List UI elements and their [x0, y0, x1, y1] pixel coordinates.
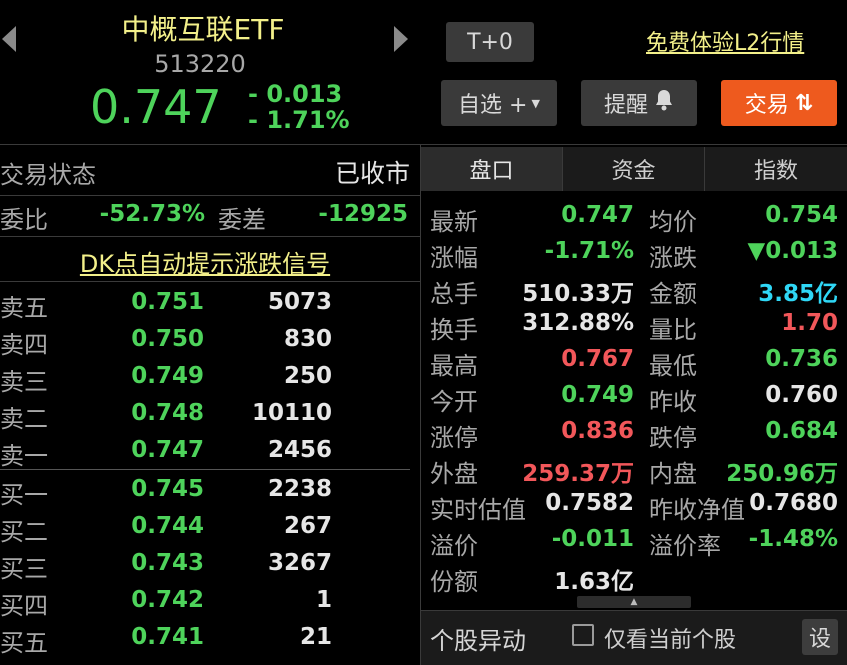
quote-value: 0.760	[765, 382, 838, 408]
up-down-arrows-icon: ⇅	[794, 90, 814, 116]
quote-right-row: 涨跌 ▼0.013	[0, 234, 847, 272]
quote-value: 0.736	[765, 346, 838, 372]
quote-value: 1.63亿	[554, 569, 634, 595]
buy-level-row[interactable]: 买五 0.741 21	[0, 619, 410, 657]
current-price: 0.747	[90, 80, 222, 134]
quote-value: 1.70	[781, 310, 838, 336]
quote-value: 3.85亿	[758, 281, 838, 307]
quote-left-row: 份额 1.63亿	[0, 558, 847, 596]
alert-button[interactable]: 提醒	[581, 80, 697, 126]
quote-value: 250.96万	[726, 461, 838, 487]
l2-trial-link[interactable]: 免费体验L2行情	[646, 25, 804, 57]
quote-value: 0.684	[765, 418, 838, 444]
quote-right-row: 最低 0.736	[0, 342, 847, 380]
quote-right-row: 均价 0.754	[0, 198, 847, 236]
settings-label: 设	[808, 627, 831, 652]
quote-label: 量比	[649, 316, 697, 344]
price-change: - 0.013	[248, 80, 343, 108]
previous-stock-arrow-icon[interactable]	[2, 26, 16, 52]
current-stock-only-checkbox[interactable]	[572, 624, 594, 646]
t0-label: T+0	[467, 29, 513, 55]
level-price: 0.741	[131, 624, 204, 650]
next-stock-arrow-icon[interactable]	[394, 26, 408, 52]
quote-right-row: 内盘 250.96万	[0, 450, 847, 488]
quote-label: 昨收	[649, 388, 697, 416]
trade-label: 交易	[744, 93, 789, 118]
quote-right-row: 量比 1.70	[0, 306, 847, 344]
alert-label: 提醒	[603, 93, 648, 118]
quote-label: 金额	[649, 280, 697, 308]
trade-button[interactable]: 交易 ⇅	[721, 80, 837, 126]
quote-value: -1.48%	[748, 526, 838, 552]
quote-label: 最低	[649, 352, 697, 380]
current-stock-only-label: 仅看当前个股	[604, 628, 737, 653]
quote-label: 均价	[649, 208, 697, 236]
tab-index[interactable]: 指数	[705, 147, 847, 191]
quote-right-row: 跌停 0.684	[0, 414, 847, 452]
quote-value: 0.7680	[749, 490, 838, 516]
security-code: 513220	[154, 50, 246, 78]
watchlist-label: 自选 +	[458, 93, 528, 118]
quote-value: ▼0.013	[747, 238, 838, 264]
quote-label: 涨跌	[649, 244, 697, 272]
t0-button[interactable]: T+0	[446, 22, 534, 62]
security-name: 中概互联ETF	[121, 13, 285, 46]
bell-icon	[654, 89, 674, 117]
quote-right-row: 昨收净值 0.7680	[0, 486, 847, 524]
settings-button[interactable]: 设	[802, 619, 838, 655]
quote-label: 份额	[430, 568, 478, 596]
quote-value: 0.754	[765, 202, 838, 228]
quote-right-row: 金额 3.85亿	[0, 270, 847, 308]
level-label: 买五	[0, 629, 48, 657]
trading-status-label: 交易状态	[0, 161, 96, 189]
expand-handle[interactable]: ▲	[577, 596, 691, 608]
quote-label: 内盘	[649, 460, 697, 488]
trading-status-value: 已收市	[334, 159, 410, 188]
stock-alert-title: 个股异动	[430, 627, 526, 655]
quote-right-row: 昨收 0.760	[0, 378, 847, 416]
quote-label: 跌停	[649, 424, 697, 452]
quote-right-row: 溢价率 -1.48%	[0, 522, 847, 560]
watchlist-button[interactable]: 自选 + ▼	[441, 80, 557, 126]
tab-funds[interactable]: 资金	[563, 147, 704, 191]
tab-handicap[interactable]: 盘口	[421, 147, 562, 191]
price-change-pct: - 1.71%	[248, 106, 350, 134]
level-volume: 21	[299, 624, 332, 650]
chevron-down-icon: ▼	[531, 96, 540, 110]
